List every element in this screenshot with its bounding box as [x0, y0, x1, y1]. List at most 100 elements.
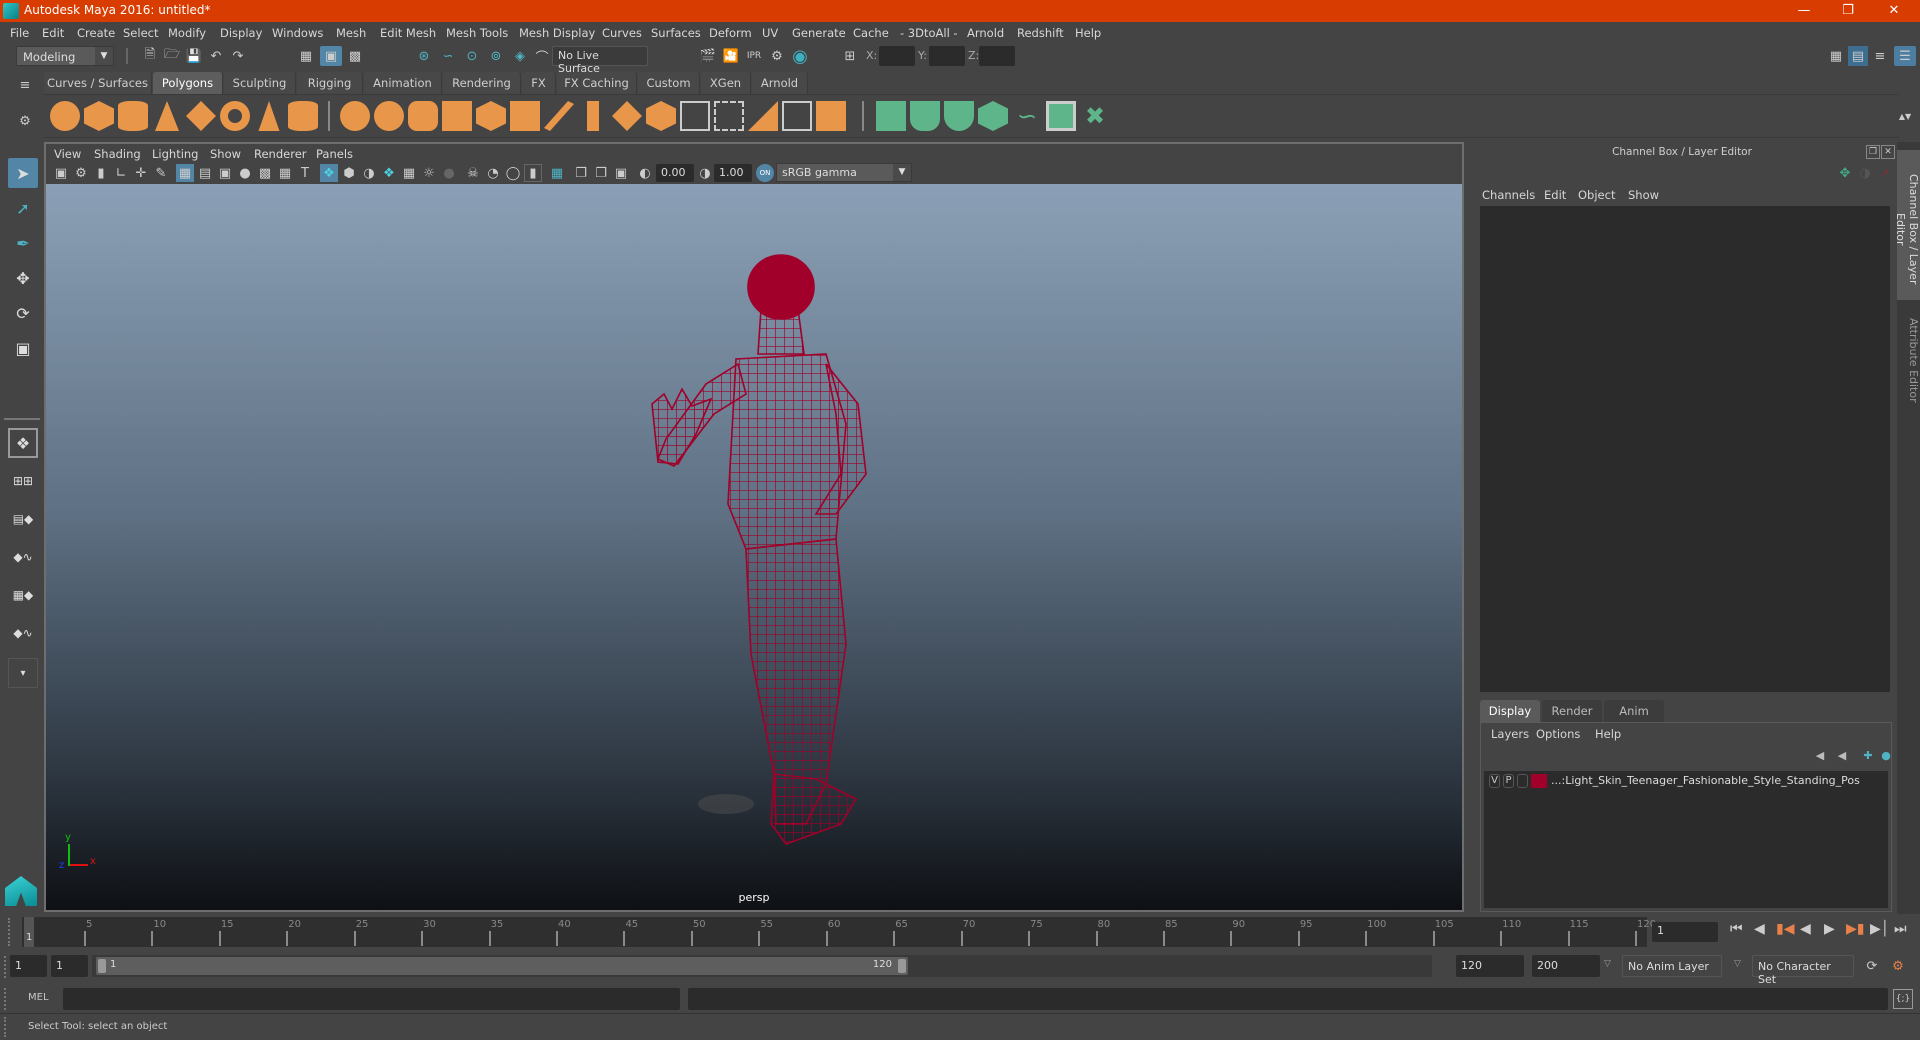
- drag-handle[interactable]: [4, 956, 8, 978]
- shelf-tab-xgen[interactable]: XGen: [701, 72, 751, 94]
- object-menu[interactable]: Object: [1578, 188, 1615, 202]
- select-tool-icon[interactable]: ➤: [8, 158, 38, 188]
- use-default-material-icon[interactable]: ◑: [360, 164, 378, 182]
- exposure-field[interactable]: 0.00: [656, 164, 694, 182]
- screen-space-ao-icon[interactable]: ☠: [464, 164, 482, 182]
- bridge-icon[interactable]: [544, 101, 574, 131]
- shelf-tab-fx[interactable]: FX: [522, 72, 556, 94]
- anti-aliasing-icon[interactable]: ◯: [504, 164, 522, 182]
- manipulator-icon[interactable]: ✥: [1836, 164, 1854, 182]
- step-back-key-icon[interactable]: ▮◀: [1776, 921, 1794, 937]
- minimize-button[interactable]: —: [1782, 0, 1826, 22]
- gate-mask-icon[interactable]: ●: [236, 164, 254, 182]
- snap-to-view-plane-icon[interactable]: ⊚: [486, 46, 506, 66]
- animation-start-field[interactable]: 1: [10, 955, 47, 977]
- hypershade-icon[interactable]: ◉: [789, 46, 811, 67]
- range-slider-handle-bar[interactable]: 1 120: [96, 957, 908, 975]
- anim-layer-dropdown-icon[interactable]: ▽: [1604, 959, 1611, 969]
- uv-planar-icon[interactable]: [876, 101, 906, 131]
- textured-icon[interactable]: ▦: [400, 164, 418, 182]
- four-pane-layout-icon[interactable]: ⊞⊞: [8, 466, 38, 496]
- safe-title-icon[interactable]: T: [296, 164, 314, 182]
- menu-curves[interactable]: Curves: [602, 26, 642, 40]
- undo-icon[interactable]: ↶: [206, 46, 226, 66]
- menu-select[interactable]: Select: [123, 26, 158, 40]
- smooth-icon[interactable]: [442, 101, 472, 131]
- mirror-icon[interactable]: [408, 101, 438, 131]
- layer-tab-render[interactable]: Render: [1542, 700, 1602, 722]
- paint-select-tool-icon[interactable]: ✒: [8, 228, 38, 258]
- select-by-hierarchy-icon[interactable]: ▦: [296, 46, 316, 66]
- redo-icon[interactable]: ↷: [228, 46, 248, 66]
- menu-create[interactable]: Create: [77, 26, 115, 40]
- playback-end-field[interactable]: 120: [1456, 955, 1524, 977]
- layer-color-swatch[interactable]: [1531, 774, 1547, 788]
- uv-editor-icon[interactable]: [1046, 101, 1076, 131]
- viewport-menu-lighting[interactable]: Lighting: [152, 147, 198, 161]
- layer-playback-toggle[interactable]: P: [1503, 774, 1514, 788]
- layer-tab-display[interactable]: Display: [1480, 700, 1540, 722]
- xray-joints-icon[interactable]: ❐: [592, 164, 610, 182]
- 2d-pan-zoom-icon[interactable]: ✛: [132, 164, 150, 182]
- menu-redshift[interactable]: Redshift: [1017, 26, 1064, 40]
- boolean-icon[interactable]: [782, 101, 812, 131]
- resolution-gate-icon[interactable]: ▣: [216, 164, 234, 182]
- animation-preferences-icon[interactable]: ⚙: [1888, 956, 1908, 976]
- poly-cylinder-icon[interactable]: [118, 101, 148, 131]
- menu-surfaces[interactable]: Surfaces: [651, 26, 701, 40]
- shelf-tab-arnold[interactable]: Arnold: [752, 72, 808, 94]
- uv-contour-icon[interactable]: ∽: [1012, 101, 1042, 131]
- bookmark-icon[interactable]: ▮: [92, 164, 110, 182]
- speed-icon[interactable]: ◑: [1856, 164, 1874, 182]
- render-settings-icon[interactable]: ⚙: [766, 46, 788, 66]
- current-frame-field[interactable]: 1: [1652, 922, 1718, 942]
- new-scene-icon[interactable]: 🗎: [140, 46, 160, 66]
- y-coordinate-field[interactable]: [929, 46, 965, 66]
- shelf-tab-rigging[interactable]: Rigging: [297, 72, 363, 94]
- menu-arnold[interactable]: Arnold: [967, 26, 1004, 40]
- menu-mesh-tools[interactable]: Mesh Tools: [446, 26, 508, 40]
- multi-layout-icon[interactable]: ◆∿: [8, 618, 38, 648]
- layout-expand-icon[interactable]: ▾: [8, 658, 38, 688]
- shadows-icon[interactable]: ●: [440, 164, 458, 182]
- layers-menu[interactable]: Layers: [1491, 727, 1529, 741]
- play-forwards-icon[interactable]: ▶: [1824, 921, 1835, 937]
- menu-windows[interactable]: Windows: [272, 26, 323, 40]
- command-input[interactable]: [63, 988, 680, 1010]
- viewport-menu-view[interactable]: View: [54, 147, 81, 161]
- drag-handle[interactable]: [4, 988, 8, 1010]
- isolate-select-icon[interactable]: ▦: [548, 164, 566, 182]
- tool-settings-icon[interactable]: ≡: [1870, 46, 1890, 66]
- character-wireframe[interactable]: [46, 184, 1462, 910]
- exposure-icon[interactable]: ◐: [636, 164, 654, 182]
- grid-icon[interactable]: ▦: [176, 164, 194, 182]
- go-to-start-icon[interactable]: ⏮: [1730, 921, 1743, 937]
- depth-of-field-icon[interactable]: ▮: [524, 164, 542, 182]
- poly-cube-icon[interactable]: [84, 101, 114, 131]
- select-by-component-icon[interactable]: ▩: [345, 46, 365, 66]
- play-backwards-icon[interactable]: ◀: [1800, 921, 1811, 937]
- render-view-icon[interactable]: 🎬: [697, 46, 719, 66]
- motion-blur-icon[interactable]: ◔: [484, 164, 502, 182]
- film-gate-icon[interactable]: ▤: [196, 164, 214, 182]
- render-current-frame-icon[interactable]: 🎦: [720, 46, 742, 66]
- poly-cone-icon[interactable]: [155, 101, 179, 131]
- ipr-render-icon[interactable]: IPR: [743, 46, 765, 66]
- viewport-menu-renderer[interactable]: Renderer: [254, 147, 307, 161]
- wireframe-on-shaded-icon[interactable]: ❖: [380, 164, 398, 182]
- channel-box-area[interactable]: [1480, 206, 1890, 692]
- target-weld-icon[interactable]: [646, 101, 676, 131]
- extract-icon[interactable]: [476, 101, 506, 131]
- layer-row[interactable]: V P ...:Light_Skin_Teenager_Fashionable_…: [1484, 771, 1888, 791]
- drag-handle[interactable]: [4, 1017, 8, 1037]
- attribute-editor-toggle-icon[interactable]: ▤: [1848, 46, 1868, 66]
- snap-to-surface-icon[interactable]: ◈: [510, 46, 530, 66]
- 3d-scene[interactable]: x y z persp: [46, 184, 1462, 910]
- wireframe-icon[interactable]: ❖: [320, 164, 338, 182]
- viewport-menu-panels[interactable]: Panels: [316, 147, 353, 161]
- uv-cylindrical-icon[interactable]: [910, 101, 940, 131]
- modeling-toolkit-icon[interactable]: ▦: [1826, 46, 1846, 66]
- range-start-handle[interactable]: [98, 959, 106, 973]
- image-plane-icon[interactable]: ∟: [112, 164, 130, 182]
- playback-start-field[interactable]: 1: [51, 955, 88, 977]
